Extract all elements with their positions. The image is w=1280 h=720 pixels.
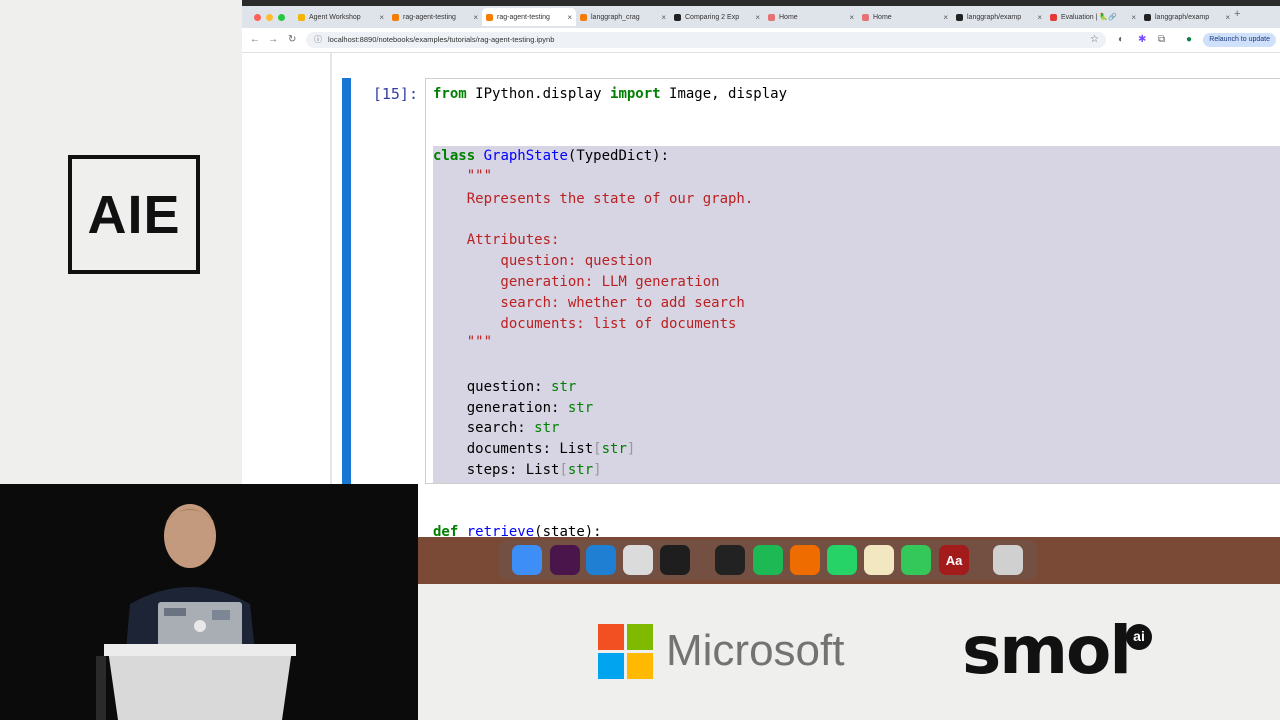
tab-label: langgraph/examp [1155, 13, 1210, 21]
slack-icon[interactable] [550, 545, 580, 575]
spotify-icon[interactable] [753, 545, 783, 575]
browser-tab[interactable]: Comparing 2 Exp × [670, 8, 764, 26]
browser-toolbar: ← → ↻ localhost:8890/notebooks/examples/… [242, 28, 1280, 53]
code-line: class GraphState(TypedDict): [433, 148, 670, 164]
cursor-icon[interactable] [715, 545, 745, 575]
code-line: search: str [433, 420, 560, 436]
tab-favicon-icon [768, 13, 775, 21]
tab-favicon-icon [862, 13, 869, 21]
tab-label: langgraph/examp [967, 13, 1022, 21]
aie-logo: AIE [68, 155, 200, 274]
reload-icon[interactable]: ↻ [288, 34, 296, 46]
code-line: documents: List[str] [433, 441, 636, 457]
tab-favicon-icon [580, 13, 587, 21]
smol-ai-badge: ai [1126, 624, 1152, 650]
notes-icon[interactable] [864, 545, 894, 575]
forward-icon[interactable]: → [268, 34, 278, 46]
tab-close-icon[interactable]: × [755, 13, 760, 22]
browser-tab[interactable]: Evaluation | 🦜🔗 × [1046, 8, 1140, 26]
extensions-menu-icon[interactable]: ⧉ [1158, 34, 1165, 46]
browser-tab[interactable]: langgraph/examp × [952, 8, 1046, 26]
browser-tab-bar: Agent Workshop × rag-agent-testing × rag-age… [242, 6, 1280, 28]
messages-icon[interactable] [901, 545, 931, 575]
minimize-window-button[interactable] [266, 14, 273, 21]
code-line: """ [433, 334, 493, 350]
notebook-gutter [330, 53, 332, 537]
finder-icon[interactable] [512, 545, 542, 575]
sublime-icon[interactable] [790, 545, 820, 575]
tab-favicon-icon [674, 13, 681, 21]
tab-close-icon[interactable]: × [943, 13, 948, 22]
speaker-video-image [0, 484, 418, 720]
speaker-camera-feed [0, 484, 418, 720]
code-line: search: whether to add search [433, 295, 745, 311]
code-line: """ [433, 168, 493, 184]
browser-tab[interactable]: rag-agent-testing × [482, 8, 576, 26]
tab-label: Comparing 2 Exp [685, 13, 740, 21]
code-line: documents: list of documents [433, 316, 737, 332]
code-line: generation: LLM generation [433, 274, 720, 290]
profile-avatar-icon[interactable]: ● [1186, 34, 1192, 46]
browser-tab[interactable]: langgraph_crag × [576, 8, 670, 26]
trash-icon[interactable] [993, 545, 1023, 575]
tab-close-icon[interactable]: × [473, 13, 478, 22]
close-window-button[interactable] [254, 14, 261, 21]
tab-favicon-icon [1144, 13, 1151, 21]
browser-tab[interactable]: Home × [764, 8, 858, 26]
tab-favicon-icon [392, 13, 399, 21]
browser-tab[interactable]: langgraph/examp × [1140, 8, 1234, 26]
cell-prompt: [15]: [372, 85, 418, 103]
tab-label: rag-agent-testing [403, 13, 456, 21]
tab-favicon-icon [298, 13, 305, 21]
code-line: Attributes: [433, 232, 560, 248]
new-tab-button[interactable]: + [1234, 8, 1240, 20]
code-line: generation: str [433, 400, 594, 416]
browser-tab[interactable]: rag-agent-testing × [388, 8, 482, 26]
tab-label: Home [779, 13, 798, 21]
tab-close-icon[interactable]: × [379, 13, 384, 22]
tab-close-icon[interactable]: × [849, 13, 854, 22]
bookmark-star-icon[interactable]: ☆ [1090, 34, 1099, 46]
browser-tab[interactable]: Home × [858, 8, 952, 26]
tab-close-icon[interactable]: × [1225, 13, 1230, 22]
maximize-window-button[interactable] [278, 14, 285, 21]
code-line: question: question [433, 253, 653, 269]
code-line: Represents the state of our graph. [433, 191, 754, 207]
extension-puzzle-icon[interactable]: ✱ [1138, 34, 1146, 46]
tab-label: langgraph_crag [591, 13, 640, 21]
tab-favicon-icon [956, 13, 963, 21]
microsoft-wordmark: Microsoft [666, 626, 845, 675]
tab-favicon-icon [486, 13, 493, 21]
tab-close-icon[interactable]: × [567, 13, 572, 22]
tab-label: Agent Workshop [309, 13, 361, 21]
tab-favicon-icon [1050, 13, 1057, 21]
whatsapp-icon[interactable] [827, 545, 857, 575]
relaunch-to-update-button[interactable]: Relaunch to update [1203, 33, 1276, 47]
tab-label: Evaluation | 🦜🔗 [1061, 14, 1117, 21]
back-icon[interactable]: ← [250, 34, 260, 46]
active-cell-indicator [342, 78, 351, 484]
tab-close-icon[interactable]: × [1037, 13, 1042, 22]
terminal-icon[interactable] [660, 545, 690, 575]
site-info-icon[interactable]: ⓘ [314, 34, 322, 46]
extension-icon[interactable]: ◐ [1118, 34, 1124, 46]
microsoft-logo-icon [598, 624, 654, 680]
chrome-icon[interactable] [623, 545, 653, 575]
address-bar[interactable]: localhost:8890/notebooks/examples/tutori… [306, 32, 1106, 48]
vscode-icon[interactable] [586, 545, 616, 575]
tab-close-icon[interactable]: × [1131, 13, 1136, 22]
smol-wordmark: smol [962, 612, 1132, 689]
tab-label: Home [873, 13, 892, 21]
code-line: question: str [433, 379, 577, 395]
dictionary-icon[interactable]: Aa [939, 545, 969, 575]
code-line: steps: List[str] [433, 462, 602, 478]
tab-close-icon[interactable]: × [661, 13, 666, 22]
code-line: from IPython.display import Image, displ… [433, 86, 788, 102]
browser-tab[interactable]: Agent Workshop × [294, 8, 388, 26]
tab-label: rag-agent-testing [497, 13, 550, 21]
sponsor-strip [418, 584, 1280, 720]
